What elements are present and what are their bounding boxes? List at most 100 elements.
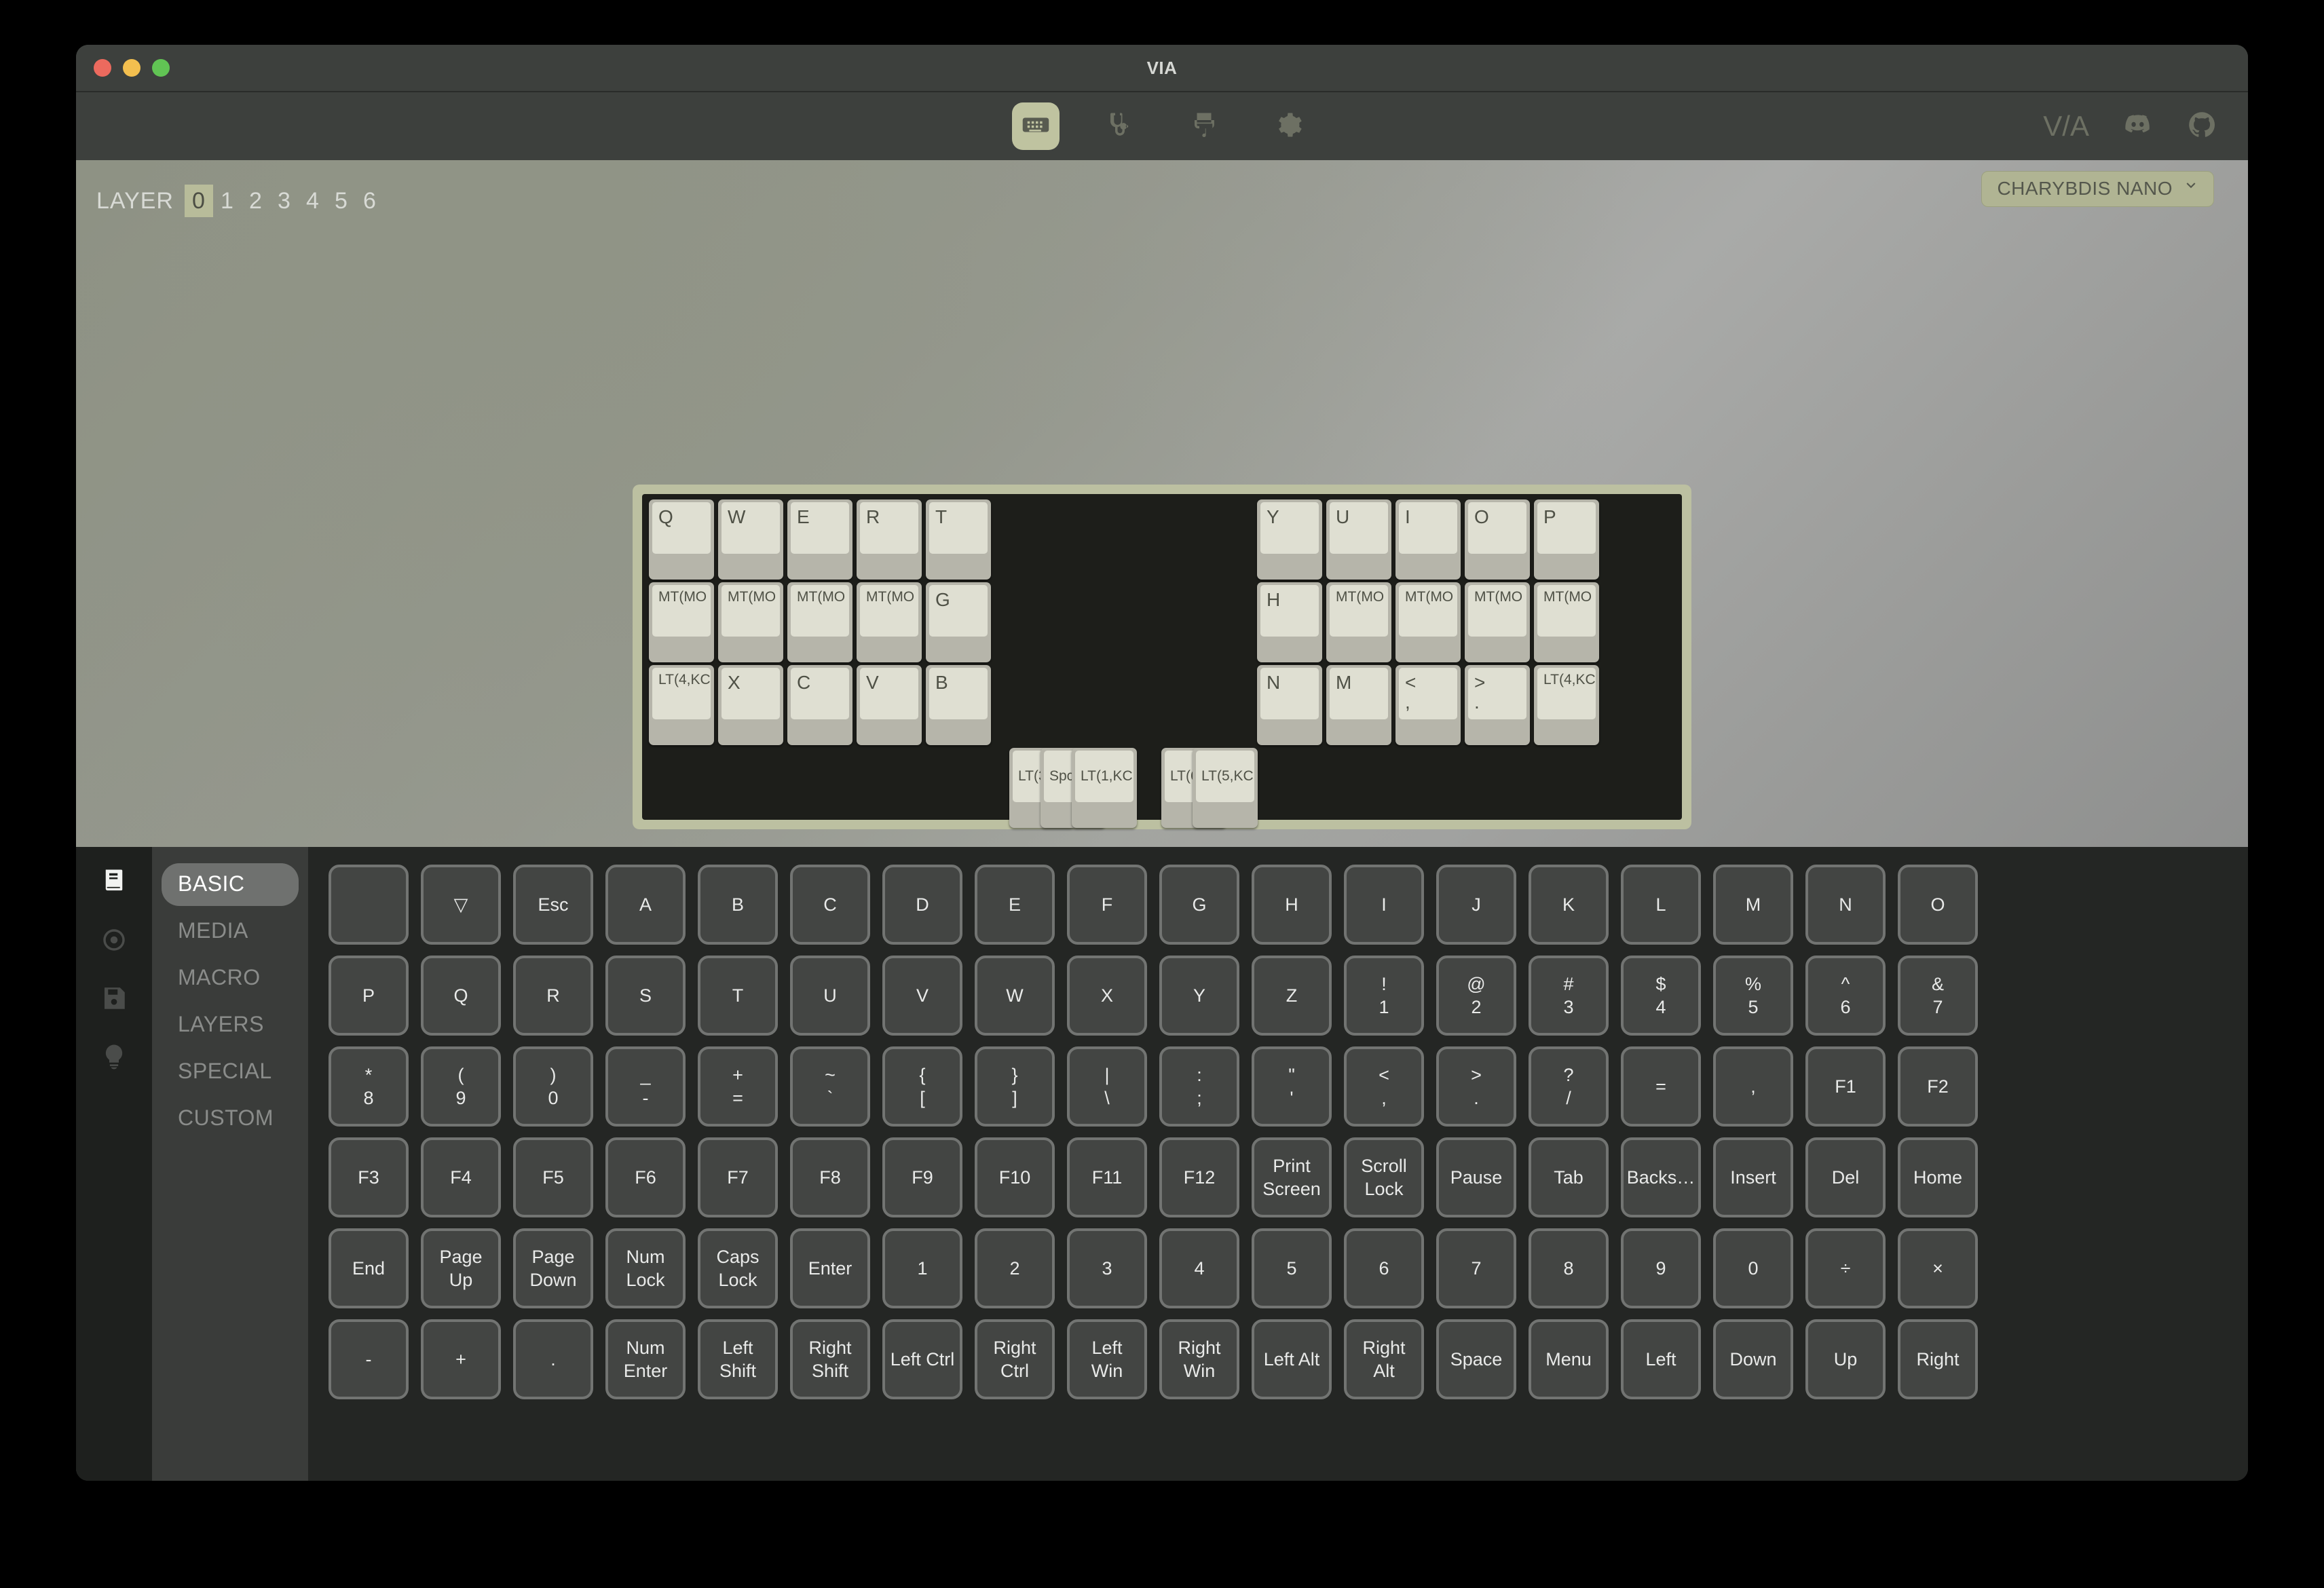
keycap[interactable]: N (1257, 665, 1322, 745)
keycap[interactable]: LT(4,KC (1534, 665, 1599, 745)
keycode-button[interactable]: 3 (1067, 1228, 1147, 1308)
keycode-button[interactable]: C (790, 865, 870, 945)
keycode-button[interactable]: F12 (1159, 1137, 1239, 1217)
keycode-button[interactable]: Page Down (513, 1228, 593, 1308)
keycap[interactable]: H (1257, 582, 1322, 662)
keycode-button[interactable]: Esc (513, 865, 593, 945)
keycode-button[interactable]: % 5 (1713, 956, 1793, 1036)
keycode-button[interactable]: " ' (1252, 1046, 1332, 1127)
keycap[interactable]: Q (649, 499, 714, 580)
keycode-button[interactable]: ^ 6 (1805, 956, 1886, 1036)
keycode-button[interactable]: S (605, 956, 686, 1036)
keycode-button[interactable]: Enter (790, 1228, 870, 1308)
keycode-button[interactable]: }] (975, 1046, 1055, 1127)
keycap[interactable]: Y (1257, 499, 1322, 580)
keycode-button[interactable]: Z (1252, 956, 1332, 1036)
keycap[interactable]: MT(MO (649, 582, 714, 662)
keycode-button[interactable]: Down (1713, 1319, 1793, 1399)
keycode-button[interactable]: = (1621, 1046, 1701, 1127)
keycap[interactable]: > . (1465, 665, 1530, 745)
keycode-button[interactable]: Left Ctrl (882, 1319, 962, 1399)
keycode-button[interactable]: 9 (1621, 1228, 1701, 1308)
keycode-button[interactable]: Page Up (421, 1228, 501, 1308)
keycode-button[interactable]: R (513, 956, 593, 1036)
keycode-button[interactable]: 5 (1252, 1228, 1332, 1308)
keycode-button[interactable]: 1 (882, 1228, 962, 1308)
keycap[interactable]: P (1534, 499, 1599, 580)
keycap[interactable]: C (787, 665, 852, 745)
keyboard-select-dropdown[interactable]: CHARYBDIS NANO (1981, 171, 2214, 207)
keycode-button[interactable]: End (329, 1228, 409, 1308)
keycap[interactable]: MT(MO (1465, 582, 1530, 662)
keycode-button[interactable]: ÷ (1805, 1228, 1886, 1308)
keycode-button[interactable]: J (1436, 865, 1516, 945)
keycode-button[interactable]: Right (1898, 1319, 1978, 1399)
keycode-button[interactable]: X (1067, 956, 1147, 1036)
keycode-button[interactable]: ! 1 (1344, 956, 1424, 1036)
keycode-button[interactable]: Num Lock (605, 1228, 686, 1308)
keycode-button[interactable]: Home (1898, 1137, 1978, 1217)
keycode-button[interactable]: Q (421, 956, 501, 1036)
keycode-button[interactable]: F1 (1805, 1046, 1886, 1127)
keycap[interactable]: MT(MO (787, 582, 852, 662)
keycode-button[interactable]: 8 (1529, 1228, 1609, 1308)
keycode-button[interactable]: Y (1159, 956, 1239, 1036)
keycode-button[interactable]: Space (1436, 1319, 1516, 1399)
keycode-button[interactable]: F (1067, 865, 1147, 945)
keycode-button[interactable]: Menu (1529, 1319, 1609, 1399)
layer-button-4[interactable]: 4 (299, 185, 327, 217)
keycode-button[interactable]: E (975, 865, 1055, 945)
keycode-button[interactable]: ▽ (421, 865, 501, 945)
keycode-button[interactable]: F2 (1898, 1046, 1978, 1127)
keycode-button[interactable]: _ - (605, 1046, 686, 1127)
tab-lighting[interactable] (1180, 102, 1228, 150)
keycode-button[interactable]: F10 (975, 1137, 1055, 1217)
keycode-button[interactable]: 7 (1436, 1228, 1516, 1308)
keycode-button[interactable]: × (1898, 1228, 1978, 1308)
category-macro[interactable]: MACRO (162, 957, 299, 1000)
keycode-button[interactable]: Left Shift (698, 1319, 778, 1399)
keycode-button[interactable]: L (1621, 865, 1701, 945)
category-custom[interactable]: CUSTOM (162, 1097, 299, 1140)
keycap[interactable]: T (926, 499, 991, 580)
keycode-button[interactable]: 4 (1159, 1228, 1239, 1308)
keycode-button[interactable]: F9 (882, 1137, 962, 1217)
keycode-button[interactable]: F11 (1067, 1137, 1147, 1217)
keycode-button[interactable]: F8 (790, 1137, 870, 1217)
keycap[interactable]: MT(MO (1534, 582, 1599, 662)
keycode-button[interactable]: U (790, 956, 870, 1036)
keycode-button[interactable]: F5 (513, 1137, 593, 1217)
category-basic[interactable]: BASIC (162, 863, 299, 906)
category-special[interactable]: SPECIAL (162, 1051, 299, 1093)
keycode-button[interactable]: @2 (1436, 956, 1516, 1036)
keycode-button[interactable]: Print Screen (1252, 1137, 1332, 1217)
keycode-button[interactable]: . (513, 1319, 593, 1399)
book-icon[interactable] (100, 867, 128, 896)
keycode-button[interactable]: Left Alt (1252, 1319, 1332, 1399)
keycode-button[interactable]: Up (1805, 1319, 1886, 1399)
keycap[interactable]: W (718, 499, 783, 580)
github-icon[interactable] (2187, 110, 2217, 143)
keycode-button[interactable]: O (1898, 865, 1978, 945)
keycode-button[interactable]: F3 (329, 1137, 409, 1217)
keycode-button[interactable]: G (1159, 865, 1239, 945)
keycap-thumb[interactable]: LT(1,KC (1072, 748, 1137, 828)
keycap[interactable]: G (926, 582, 991, 662)
keycode-button[interactable]: * 8 (329, 1046, 409, 1127)
layer-button-3[interactable]: 3 (270, 185, 299, 217)
keycap[interactable]: R (857, 499, 922, 580)
keycode-button[interactable]: Right Alt (1344, 1319, 1424, 1399)
tab-debug[interactable] (1096, 102, 1144, 150)
keycap[interactable]: LT(4,KC (649, 665, 714, 745)
tab-keyboard[interactable] (1012, 102, 1060, 150)
keycap[interactable]: O (1465, 499, 1530, 580)
keycap[interactable]: M (1326, 665, 1391, 745)
save-icon[interactable] (100, 984, 128, 1013)
layer-button-0[interactable]: 0 (184, 185, 213, 217)
keycode-button[interactable]: + = (698, 1046, 778, 1127)
keycode-button[interactable]: >. (1436, 1046, 1516, 1127)
keycode-button[interactable]: 6 (1344, 1228, 1424, 1308)
keycode-button[interactable]: Backs… (1621, 1137, 1701, 1217)
keycode-button[interactable]: F6 (605, 1137, 686, 1217)
tab-settings[interactable] (1264, 102, 1312, 150)
